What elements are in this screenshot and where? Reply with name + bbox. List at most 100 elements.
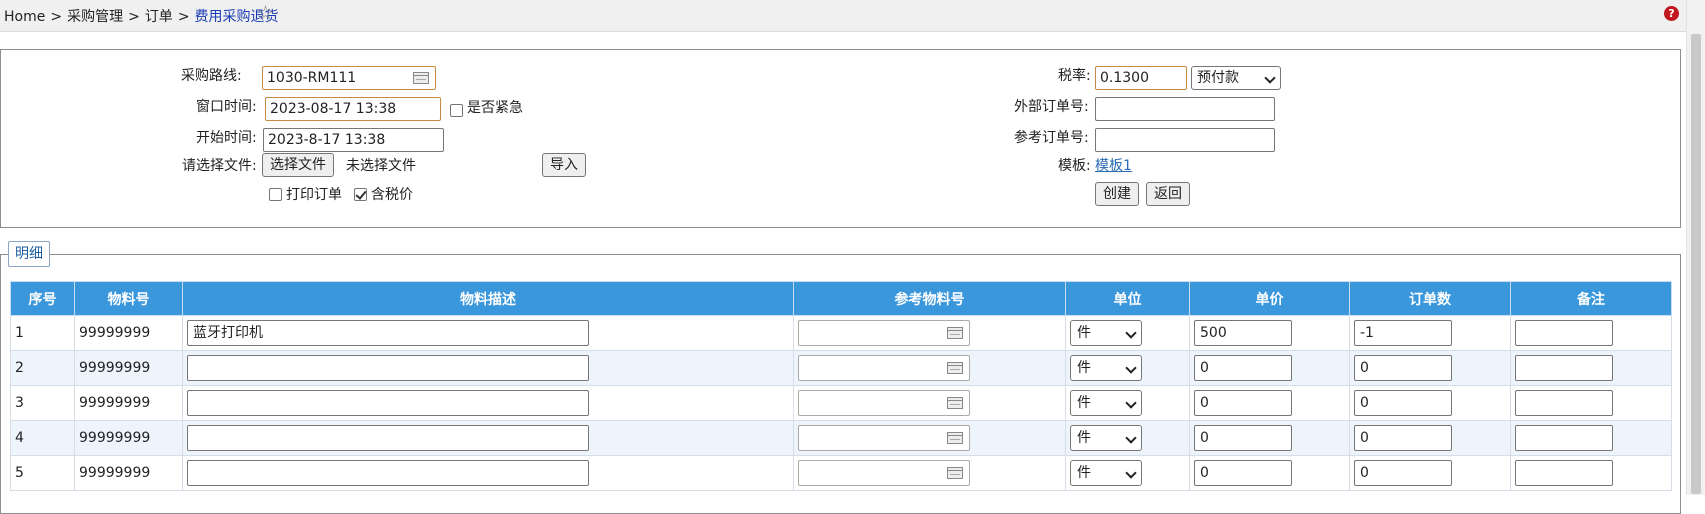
- template-link[interactable]: 模板1: [1095, 155, 1132, 175]
- table-header-row: 序号 物料号 物料描述 参考物料号 单位 单价 订单数 备注: [10, 281, 1672, 316]
- column-header-description: 物料描述: [182, 281, 794, 316]
- window-time-input[interactable]: 2023-08-17 13:38: [265, 97, 441, 121]
- create-button[interactable]: 创建: [1095, 182, 1139, 206]
- order-form-panel: 采购路线: 1030-RM111 窗口时间: 2023-08-17 13:38 …: [0, 49, 1681, 228]
- note-input[interactable]: [1515, 390, 1613, 416]
- calendar-icon[interactable]: [947, 327, 963, 339]
- chevron-down-icon: [1125, 362, 1137, 374]
- table-row: 5 99999999 件 0 0: [10, 455, 1672, 491]
- tax-rate-input[interactable]: 0.1300: [1095, 66, 1187, 90]
- ref-material-input[interactable]: [798, 320, 970, 346]
- ref-material-input[interactable]: [798, 390, 970, 416]
- calendar-icon[interactable]: [413, 72, 429, 84]
- chevron-down-icon: [1264, 72, 1276, 84]
- order-qty-input[interactable]: 0: [1354, 390, 1452, 416]
- unit-value: 件: [1077, 465, 1091, 481]
- payment-type-select[interactable]: 预付款: [1191, 66, 1281, 90]
- calendar-icon[interactable]: [947, 432, 963, 444]
- ref-material-input[interactable]: [798, 460, 970, 486]
- description-input[interactable]: 蓝牙打印机: [187, 320, 589, 346]
- calendar-icon[interactable]: [947, 362, 963, 374]
- note-input[interactable]: [1515, 460, 1613, 486]
- choose-file-button[interactable]: 选择文件: [262, 153, 334, 177]
- detail-legend: 明细: [8, 241, 50, 267]
- column-header-material: 物料号: [74, 281, 183, 316]
- description-input[interactable]: [187, 425, 589, 451]
- template-label: 模板:: [1058, 158, 1091, 174]
- urgent-label: 是否紧急: [467, 100, 523, 116]
- help-icon[interactable]: ?: [1664, 6, 1679, 21]
- detail-table: 序号 物料号 物料描述 参考物料号 单位 单价 订单数 备注 1 9999999…: [10, 281, 1672, 491]
- print-order-label: 打印订单: [286, 187, 342, 203]
- column-header-unit: 单位: [1065, 281, 1190, 316]
- import-button[interactable]: 导入: [542, 153, 586, 177]
- breadcrumb-purchase-mgmt[interactable]: 采购管理: [67, 9, 123, 25]
- back-button[interactable]: 返回: [1146, 182, 1190, 206]
- row-no: 4: [10, 420, 75, 456]
- window-time-label: 窗口时间:: [196, 99, 257, 115]
- unit-price-input[interactable]: 500: [1194, 320, 1292, 346]
- column-header-ref-material: 参考物料号: [793, 281, 1066, 316]
- scrollbar-thumb[interactable]: [1691, 34, 1701, 494]
- unit-price-input[interactable]: 0: [1194, 425, 1292, 451]
- order-qty-input[interactable]: -1: [1354, 320, 1452, 346]
- ref-material-input[interactable]: [798, 355, 970, 381]
- favorite-star-icon[interactable]: ☆: [257, 3, 274, 23]
- row-material: 99999999: [74, 420, 183, 456]
- calendar-icon[interactable]: [947, 467, 963, 479]
- description-input[interactable]: [187, 355, 589, 381]
- column-header-note: 备注: [1510, 281, 1672, 316]
- start-time-label: 开始时间:: [196, 130, 257, 146]
- row-no: 1: [10, 315, 75, 351]
- chevron-down-icon: [1125, 432, 1137, 444]
- ref-material-input[interactable]: [798, 425, 970, 451]
- table-row: 4 99999999 件 0 0: [10, 420, 1672, 456]
- breadcrumb-orders[interactable]: 订单: [145, 9, 173, 25]
- unit-select[interactable]: 件: [1070, 355, 1142, 381]
- order-qty-input[interactable]: 0: [1354, 355, 1452, 381]
- table-row: 2 99999999 件 0 0: [10, 350, 1672, 386]
- column-header-unit-price: 单价: [1189, 281, 1350, 316]
- unit-price-input[interactable]: 0: [1194, 390, 1292, 416]
- description-input[interactable]: [187, 390, 589, 416]
- window-time-value: 2023-08-17 13:38: [270, 101, 397, 117]
- payment-type-value: 预付款: [1197, 70, 1239, 86]
- note-input[interactable]: [1515, 355, 1613, 381]
- file-status-text: 未选择文件: [346, 158, 416, 174]
- unit-select[interactable]: 件: [1070, 390, 1142, 416]
- ref-order-label: 参考订单号:: [1014, 130, 1089, 146]
- route-input[interactable]: 1030-RM111: [262, 66, 436, 90]
- unit-price-input[interactable]: 0: [1194, 355, 1292, 381]
- unit-select[interactable]: 件: [1070, 460, 1142, 486]
- table-row: 1 99999999 蓝牙打印机 件 500 -1: [10, 315, 1672, 351]
- breadcrumb-home[interactable]: Home: [4, 9, 45, 25]
- tax-included-label: 含税价: [371, 187, 413, 203]
- start-time-input[interactable]: 2023-8-17 13:38: [263, 128, 444, 152]
- breadcrumb-separator: >: [177, 9, 190, 25]
- note-input[interactable]: [1515, 320, 1613, 346]
- print-order-checkbox[interactable]: [269, 188, 282, 201]
- description-input[interactable]: [187, 460, 589, 486]
- order-qty-input[interactable]: 0: [1354, 425, 1452, 451]
- row-no: 2: [10, 350, 75, 386]
- unit-select[interactable]: 件: [1070, 425, 1142, 451]
- unit-price-input[interactable]: 0: [1194, 460, 1292, 486]
- tax-included-checkbox[interactable]: [354, 188, 367, 201]
- order-qty-input[interactable]: 0: [1354, 460, 1452, 486]
- external-order-input[interactable]: [1095, 97, 1275, 121]
- ref-order-input[interactable]: [1095, 128, 1275, 152]
- tax-rate-label: 税率:: [1058, 68, 1091, 84]
- unit-select[interactable]: 件: [1070, 320, 1142, 346]
- column-header-no: 序号: [10, 281, 75, 316]
- file-select-label: 请选择文件:: [182, 158, 257, 174]
- vertical-scrollbar[interactable]: [1686, 0, 1705, 495]
- external-order-label: 外部订单号:: [1014, 99, 1089, 115]
- table-row: 3 99999999 件 0 0: [10, 385, 1672, 421]
- note-input[interactable]: [1515, 425, 1613, 451]
- tax-rate-value: 0.1300: [1100, 70, 1149, 86]
- row-no: 5: [10, 455, 75, 491]
- calendar-icon[interactable]: [947, 397, 963, 409]
- urgent-checkbox[interactable]: [450, 104, 463, 117]
- start-time-value: 2023-8-17 13:38: [268, 132, 386, 148]
- unit-value: 件: [1077, 395, 1091, 411]
